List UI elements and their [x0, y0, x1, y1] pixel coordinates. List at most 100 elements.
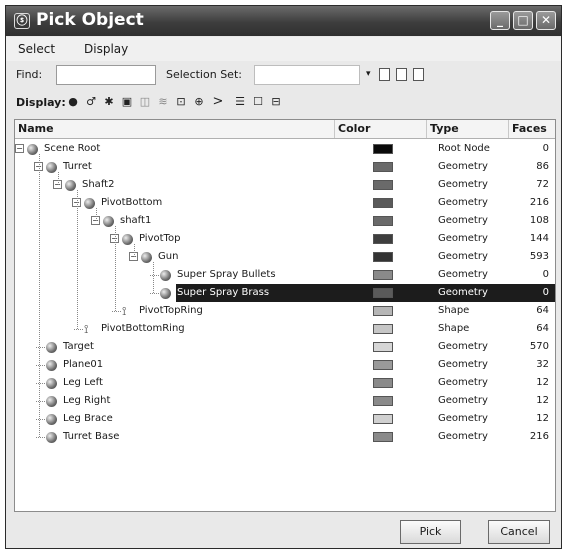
geometry-sphere-icon [46, 414, 57, 425]
object-name: Gun [158, 251, 179, 262]
column-header-type[interactable]: Type [427, 120, 509, 138]
menu-select[interactable]: Select [18, 42, 55, 56]
color-swatch[interactable] [373, 144, 393, 154]
tree-guide-line [77, 190, 78, 329]
geometry-sphere-icon [103, 216, 114, 227]
menu-display[interactable]: Display [84, 42, 128, 56]
object-name: Super Spray Brass [177, 287, 270, 298]
geometry-sphere-icon [46, 360, 57, 371]
shape-icon: ⟟ [84, 322, 89, 336]
color-swatch[interactable] [373, 432, 393, 442]
face-count: 216 [529, 197, 549, 208]
color-swatch[interactable] [373, 234, 393, 244]
tree-connector [150, 293, 159, 294]
list-item[interactable]: ⟟ PivotTopRing Shape 64 [15, 302, 555, 320]
list-item[interactable]: − Turret Geometry 86 [15, 158, 555, 176]
tree-connector [74, 329, 83, 330]
list-item[interactable]: Leg Left Geometry 12 [15, 374, 555, 392]
minimize-button[interactable]: _ [490, 11, 510, 30]
tree-connector [150, 275, 159, 276]
color-swatch[interactable] [373, 414, 393, 424]
find-input[interactable] [56, 65, 156, 85]
display-none-icon[interactable]: ☐ [251, 95, 265, 109]
list-item[interactable]: Plane01 Geometry 32 [15, 356, 555, 374]
object-name: Scene Root [44, 143, 101, 154]
lights-filter-icon[interactable]: ✱ [102, 95, 116, 109]
color-swatch[interactable] [373, 396, 393, 406]
cancel-button[interactable]: Cancel [488, 520, 550, 544]
particle-system-icon [160, 288, 171, 299]
object-list[interactable]: Name Color Type Faces − Scene Root Root No… [14, 119, 556, 512]
select-all-in-set-icon[interactable] [379, 68, 390, 81]
dialog-footer: Pick Cancel [6, 512, 561, 550]
xrefs-filter-icon[interactable]: ⊕ [192, 95, 206, 109]
column-header-faces[interactable]: Faces [509, 120, 555, 138]
color-swatch[interactable] [373, 162, 393, 172]
list-item[interactable]: − Gun Geometry 593 [15, 248, 555, 266]
list-item[interactable]: Leg Right Geometry 12 [15, 392, 555, 410]
color-swatch[interactable] [373, 252, 393, 262]
object-type: Geometry [438, 233, 488, 244]
column-header-color[interactable]: Color [335, 120, 427, 138]
helpers-filter-icon[interactable]: ◫ [138, 95, 152, 109]
tree-connector [36, 437, 45, 438]
app-icon: ⓢ [14, 13, 30, 29]
color-swatch[interactable] [373, 306, 393, 316]
chevron-down-icon[interactable]: ▾ [366, 69, 371, 79]
color-swatch[interactable] [373, 288, 393, 298]
bones-filter-icon[interactable]: > [211, 95, 225, 109]
list-item[interactable]: Target Geometry 570 [15, 338, 555, 356]
groups-filter-icon[interactable]: ⊡ [174, 95, 188, 109]
face-count: 86 [536, 161, 549, 172]
find-label: Find: [16, 68, 43, 81]
tree-guide-line [115, 226, 116, 311]
cameras-filter-icon[interactable]: ▣ [120, 95, 134, 109]
list-item[interactable]: − Shaft2 Geometry 72 [15, 176, 555, 194]
list-item[interactable]: Turret Base Geometry 216 [15, 428, 555, 446]
object-type: Geometry [438, 431, 488, 442]
face-count: 570 [529, 341, 549, 352]
column-header-name[interactable]: Name [15, 120, 335, 138]
close-button[interactable]: ✕ [536, 11, 556, 30]
space-warps-filter-icon[interactable]: ≋ [156, 95, 170, 109]
list-item[interactable]: Super Spray Brass Geometry 0 [15, 284, 555, 302]
pick-button[interactable]: Pick [400, 520, 461, 544]
list-item[interactable]: Super Spray Bullets Geometry 0 [15, 266, 555, 284]
color-swatch[interactable] [373, 198, 393, 208]
object-type: Geometry [438, 359, 488, 370]
tree-guide-line [39, 154, 40, 437]
list-item[interactable]: − Scene Root Root Node 0 [15, 140, 555, 158]
object-type: Root Node [438, 143, 490, 154]
face-count: 144 [529, 233, 549, 244]
maximize-button[interactable]: □ [513, 11, 533, 30]
window-title: Pick Object [36, 10, 144, 30]
list-item[interactable]: Leg Brace Geometry 12 [15, 410, 555, 428]
title-bar[interactable]: ⓢ Pick Object _ □ ✕ [6, 6, 561, 36]
selection-set-dropdown[interactable] [254, 65, 360, 85]
color-swatch[interactable] [373, 216, 393, 226]
shapes-filter-icon[interactable]: ♂ [84, 95, 98, 109]
object-type: Geometry [438, 197, 488, 208]
color-swatch[interactable] [373, 360, 393, 370]
object-type: Shape [438, 323, 470, 334]
find-row: Find: Selection Set: ▾ [6, 63, 561, 89]
object-name: Turret Base [63, 431, 120, 442]
face-count: 0 [542, 287, 549, 298]
list-item[interactable]: ⟟ PivotBottomRing Shape 64 [15, 320, 555, 338]
object-type: Geometry [438, 179, 488, 190]
color-swatch[interactable] [373, 270, 393, 280]
face-count: 0 [542, 269, 549, 280]
geometry-sphere-icon [46, 432, 57, 443]
list-item[interactable]: − PivotTop Geometry 144 [15, 230, 555, 248]
collapse-toggle-icon[interactable]: − [15, 144, 24, 153]
display-all-icon[interactable]: ☰ [233, 95, 247, 109]
color-swatch[interactable] [373, 324, 393, 334]
geometry-filter-icon[interactable]: ● [66, 95, 80, 109]
select-none-in-set-icon[interactable] [396, 68, 407, 81]
color-swatch[interactable] [373, 342, 393, 352]
display-invert-icon[interactable]: ⊟ [269, 95, 283, 109]
select-invert-in-set-icon[interactable] [413, 68, 424, 81]
face-count: 32 [536, 359, 549, 370]
color-swatch[interactable] [373, 378, 393, 388]
color-swatch[interactable] [373, 180, 393, 190]
